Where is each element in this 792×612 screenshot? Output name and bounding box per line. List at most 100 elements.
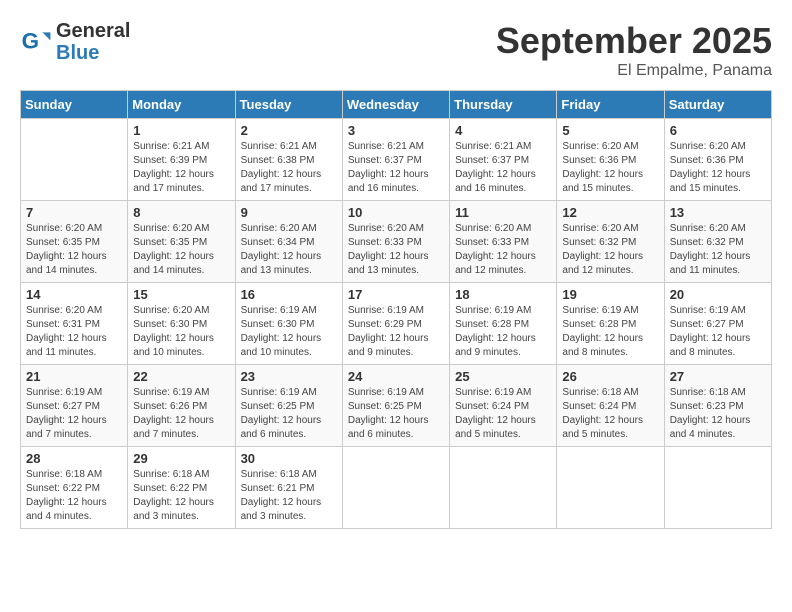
calendar-cell: 9Sunrise: 6:20 AM Sunset: 6:34 PM Daylig… bbox=[235, 201, 342, 283]
header-cell-tuesday: Tuesday bbox=[235, 91, 342, 119]
header-cell-saturday: Saturday bbox=[664, 91, 771, 119]
calendar-cell: 4 Sunrise: 6:21 AM Sunset: 6:37 PM Daylig… bbox=[450, 119, 557, 201]
header-cell-friday: Friday bbox=[557, 91, 664, 119]
calendar-cell: 5Sunrise: 6:20 AM Sunset: 6:36 PM Daylig… bbox=[557, 119, 664, 201]
day-info: Sunrise: 6:18 AM Sunset: 6:22 PM Dayligh… bbox=[26, 468, 122, 524]
calendar-cell bbox=[450, 447, 557, 529]
logo-icon: G bbox=[20, 26, 52, 58]
day-info: Sunrise: 6:20 AM Sunset: 6:35 PM Dayligh… bbox=[26, 222, 122, 278]
day-number: 17 bbox=[348, 287, 444, 302]
day-number: 11 bbox=[455, 205, 551, 220]
day-number: 18 bbox=[455, 287, 551, 302]
day-info: Sunrise: 6:20 AM Sunset: 6:34 PM Dayligh… bbox=[241, 222, 337, 278]
day-number: 27 bbox=[670, 369, 766, 384]
day-info: Sunrise: 6:21 AM Sunset: 6:38 PM Dayligh… bbox=[241, 140, 337, 196]
calendar-body: 1 Sunrise: 6:21 AM Sunset: 6:39 PM Daylig… bbox=[21, 119, 772, 529]
day-number: 30 bbox=[241, 451, 337, 466]
day-number: 16 bbox=[241, 287, 337, 302]
calendar-cell: 20 Sunrise: 6:19 AM Sunset: 6:27 PM Dayli… bbox=[664, 283, 771, 365]
day-info: Sunrise: 6:19 AM Sunset: 6:25 PM Dayligh… bbox=[348, 386, 444, 442]
day-info: Sunrise: 6:20 AM Sunset: 6:33 PM Dayligh… bbox=[455, 222, 551, 278]
header-cell-wednesday: Wednesday bbox=[342, 91, 449, 119]
header-cell-sunday: Sunday bbox=[21, 91, 128, 119]
day-info: Sunrise: 6:20 AM Sunset: 6:36 PM Dayligh… bbox=[562, 140, 658, 196]
day-number: 2 bbox=[241, 123, 337, 138]
day-number: 3 bbox=[348, 123, 444, 138]
day-info: Sunrise: 6:19 AM Sunset: 6:27 PM Dayligh… bbox=[670, 304, 766, 360]
day-info: Sunrise: 6:20 AM Sunset: 6:36 PM Dayligh… bbox=[670, 140, 766, 196]
header-cell-monday: Monday bbox=[128, 91, 235, 119]
day-info: Sunrise: 6:19 AM Sunset: 6:27 PM Dayligh… bbox=[26, 386, 122, 442]
day-number: 1 bbox=[133, 123, 229, 138]
page-header: G General Blue September 2025 El Empalme… bbox=[20, 20, 772, 80]
day-info: Sunrise: 6:19 AM Sunset: 6:25 PM Dayligh… bbox=[241, 386, 337, 442]
day-number: 23 bbox=[241, 369, 337, 384]
day-info: Sunrise: 6:19 AM Sunset: 6:28 PM Dayligh… bbox=[562, 304, 658, 360]
title-block: September 2025 El Empalme, Panama bbox=[496, 20, 772, 80]
calendar-cell: 13Sunrise: 6:20 AM Sunset: 6:32 PM Dayli… bbox=[664, 201, 771, 283]
day-number: 28 bbox=[26, 451, 122, 466]
day-number: 25 bbox=[455, 369, 551, 384]
calendar-cell: 16 Sunrise: 6:19 AM Sunset: 6:30 PM Dayli… bbox=[235, 283, 342, 365]
calendar-cell: 21Sunrise: 6:19 AM Sunset: 6:27 PM Dayli… bbox=[21, 365, 128, 447]
calendar-cell: 19 Sunrise: 6:19 AM Sunset: 6:28 PM Dayli… bbox=[557, 283, 664, 365]
day-number: 20 bbox=[670, 287, 766, 302]
location-title: El Empalme, Panama bbox=[496, 62, 772, 80]
day-info: Sunrise: 6:19 AM Sunset: 6:24 PM Dayligh… bbox=[455, 386, 551, 442]
calendar-cell: 28 Sunrise: 6:18 AM Sunset: 6:22 PM Dayli… bbox=[21, 447, 128, 529]
day-number: 19 bbox=[562, 287, 658, 302]
day-number: 10 bbox=[348, 205, 444, 220]
day-info: Sunrise: 6:20 AM Sunset: 6:32 PM Dayligh… bbox=[670, 222, 766, 278]
calendar-cell: 14 Sunrise: 6:20 AM Sunset: 6:31 PM Dayli… bbox=[21, 283, 128, 365]
day-info: Sunrise: 6:21 AM Sunset: 6:37 PM Dayligh… bbox=[455, 140, 551, 196]
calendar-cell: 18 Sunrise: 6:19 AM Sunset: 6:28 PM Dayli… bbox=[450, 283, 557, 365]
calendar-week-1: 1 Sunrise: 6:21 AM Sunset: 6:39 PM Daylig… bbox=[21, 119, 772, 201]
calendar-cell bbox=[664, 447, 771, 529]
calendar-cell: 10 Sunrise: 6:20 AM Sunset: 6:33 PM Dayli… bbox=[342, 201, 449, 283]
day-info: Sunrise: 6:18 AM Sunset: 6:24 PM Dayligh… bbox=[562, 386, 658, 442]
logo: G General Blue bbox=[20, 20, 130, 64]
day-info: Sunrise: 6:19 AM Sunset: 6:26 PM Dayligh… bbox=[133, 386, 229, 442]
calendar-cell: 26Sunrise: 6:18 AM Sunset: 6:24 PM Dayli… bbox=[557, 365, 664, 447]
calendar-week-3: 14 Sunrise: 6:20 AM Sunset: 6:31 PM Dayli… bbox=[21, 283, 772, 365]
calendar-cell: 2 Sunrise: 6:21 AM Sunset: 6:38 PM Daylig… bbox=[235, 119, 342, 201]
day-info: Sunrise: 6:18 AM Sunset: 6:23 PM Dayligh… bbox=[670, 386, 766, 442]
day-info: Sunrise: 6:19 AM Sunset: 6:28 PM Dayligh… bbox=[455, 304, 551, 360]
day-info: Sunrise: 6:21 AM Sunset: 6:37 PM Dayligh… bbox=[348, 140, 444, 196]
calendar-cell: 22 Sunrise: 6:19 AM Sunset: 6:26 PM Dayli… bbox=[128, 365, 235, 447]
day-info: Sunrise: 6:20 AM Sunset: 6:35 PM Dayligh… bbox=[133, 222, 229, 278]
svg-text:G: G bbox=[22, 28, 39, 53]
day-info: Sunrise: 6:18 AM Sunset: 6:22 PM Dayligh… bbox=[133, 468, 229, 524]
day-info: Sunrise: 6:20 AM Sunset: 6:31 PM Dayligh… bbox=[26, 304, 122, 360]
calendar-cell: 3 Sunrise: 6:21 AM Sunset: 6:37 PM Daylig… bbox=[342, 119, 449, 201]
day-number: 14 bbox=[26, 287, 122, 302]
calendar-cell: 1 Sunrise: 6:21 AM Sunset: 6:39 PM Daylig… bbox=[128, 119, 235, 201]
day-number: 7 bbox=[26, 205, 122, 220]
month-title: September 2025 bbox=[496, 20, 772, 62]
day-number: 12 bbox=[562, 205, 658, 220]
calendar-week-5: 28 Sunrise: 6:18 AM Sunset: 6:22 PM Dayli… bbox=[21, 447, 772, 529]
calendar-cell: 17 Sunrise: 6:19 AM Sunset: 6:29 PM Dayli… bbox=[342, 283, 449, 365]
day-info: Sunrise: 6:21 AM Sunset: 6:39 PM Dayligh… bbox=[133, 140, 229, 196]
day-info: Sunrise: 6:19 AM Sunset: 6:30 PM Dayligh… bbox=[241, 304, 337, 360]
calendar-cell: 23 Sunrise: 6:19 AM Sunset: 6:25 PM Dayli… bbox=[235, 365, 342, 447]
header-cell-thursday: Thursday bbox=[450, 91, 557, 119]
calendar-table: SundayMondayTuesdayWednesdayThursdayFrid… bbox=[20, 90, 772, 529]
day-info: Sunrise: 6:20 AM Sunset: 6:33 PM Dayligh… bbox=[348, 222, 444, 278]
day-number: 29 bbox=[133, 451, 229, 466]
day-info: Sunrise: 6:20 AM Sunset: 6:32 PM Dayligh… bbox=[562, 222, 658, 278]
calendar-cell: 12 Sunrise: 6:20 AM Sunset: 6:32 PM Dayli… bbox=[557, 201, 664, 283]
day-info: Sunrise: 6:19 AM Sunset: 6:29 PM Dayligh… bbox=[348, 304, 444, 360]
day-number: 8 bbox=[133, 205, 229, 220]
calendar-cell: 11 Sunrise: 6:20 AM Sunset: 6:33 PM Dayli… bbox=[450, 201, 557, 283]
calendar-cell bbox=[557, 447, 664, 529]
calendar-cell: 24 Sunrise: 6:19 AM Sunset: 6:25 PM Dayli… bbox=[342, 365, 449, 447]
calendar-cell: 7 Sunrise: 6:20 AM Sunset: 6:35 PM Daylig… bbox=[21, 201, 128, 283]
calendar-week-2: 7 Sunrise: 6:20 AM Sunset: 6:35 PM Daylig… bbox=[21, 201, 772, 283]
day-number: 24 bbox=[348, 369, 444, 384]
day-number: 22 bbox=[133, 369, 229, 384]
calendar-cell: 27 Sunrise: 6:18 AM Sunset: 6:23 PM Dayli… bbox=[664, 365, 771, 447]
calendar-cell: 6Sunrise: 6:20 AM Sunset: 6:36 PM Daylig… bbox=[664, 119, 771, 201]
calendar-cell bbox=[342, 447, 449, 529]
day-number: 4 bbox=[455, 123, 551, 138]
